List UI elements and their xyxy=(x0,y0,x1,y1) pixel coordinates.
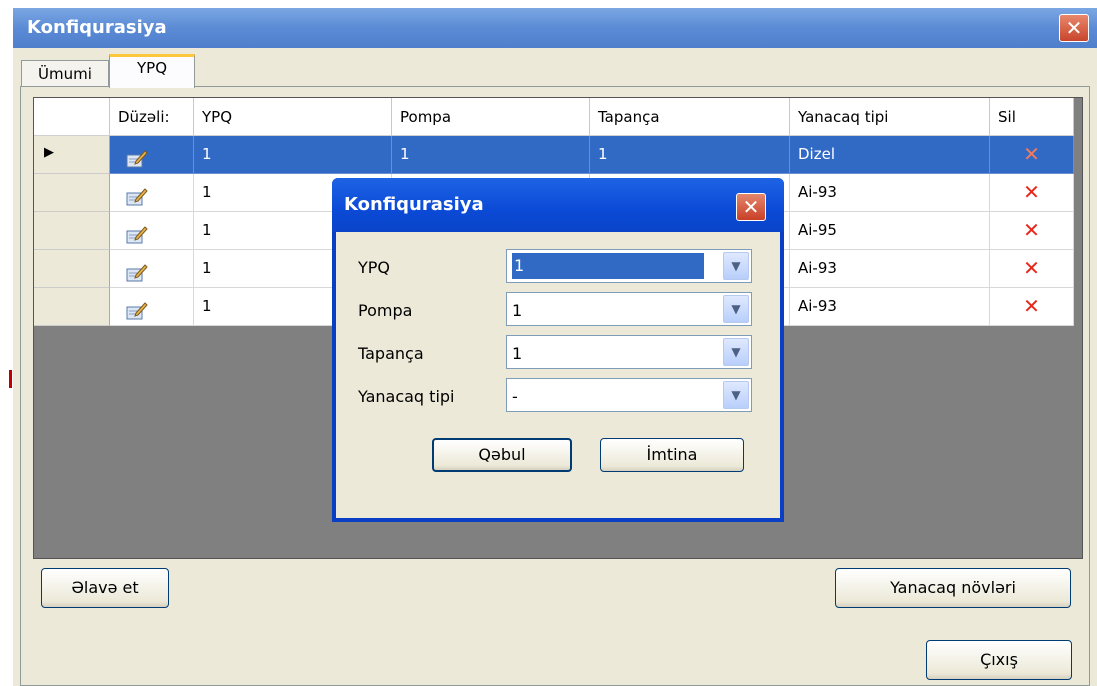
fuel-types-button[interactable]: Yanacaq növləri xyxy=(835,568,1071,608)
column-header-yanacaq[interactable]: Yanacaq tipi xyxy=(790,98,990,136)
chevron-down-icon[interactable]: ▼ xyxy=(723,381,749,409)
column-header-ypq[interactable]: YPQ xyxy=(194,98,392,136)
row-header[interactable] xyxy=(34,212,110,250)
close-button[interactable]: ✕ xyxy=(1059,14,1089,42)
config-dialog: Konfiqurasiya ✕ YPQ 1 ▼ Pompa 1 ▼ Tapanç… xyxy=(332,178,784,522)
edit-cell[interactable] xyxy=(110,136,194,174)
corner-header xyxy=(34,98,110,136)
dialog-body: YPQ 1 ▼ Pompa 1 ▼ Tapança 1 ▼ Yanacaq ti… xyxy=(336,232,780,518)
cell-yanacaq[interactable]: Ai-93 xyxy=(790,174,990,212)
chevron-down-icon[interactable]: ▼ xyxy=(723,338,749,366)
row-header[interactable]: ▶ xyxy=(34,136,110,174)
cell-yanacaq[interactable]: Dizel xyxy=(790,136,990,174)
delete-icon[interactable]: ✕ xyxy=(990,174,1074,212)
delete-icon[interactable]: ✕ xyxy=(990,250,1074,288)
ypq-select-value: 1 xyxy=(512,253,704,279)
column-header-sil[interactable]: Sil xyxy=(990,98,1074,136)
tab-ypq[interactable]: YPQ xyxy=(109,54,195,88)
pompa-select-value: 1 xyxy=(512,301,523,320)
edit-icon[interactable] xyxy=(126,183,148,206)
delete-icon[interactable]: ✕ xyxy=(990,136,1074,174)
window-title: Konfiqurasiya xyxy=(27,17,167,38)
delete-icon[interactable]: ✕ xyxy=(990,288,1074,326)
edit-cell[interactable] xyxy=(110,212,194,250)
dialog-title-bar[interactable]: Konfiqurasiya ✕ xyxy=(332,178,784,232)
tab-umumi[interactable]: Ümumi xyxy=(21,60,109,86)
title-bar[interactable]: Konfiqurasiya ✕ xyxy=(13,8,1097,48)
chevron-down-icon[interactable]: ▼ xyxy=(723,252,749,280)
delete-icon[interactable]: ✕ xyxy=(990,212,1074,250)
current-row-icon: ▶ xyxy=(44,145,54,160)
row-header[interactable] xyxy=(34,250,110,288)
edit-icon[interactable] xyxy=(126,259,148,282)
row-header[interactable] xyxy=(34,288,110,326)
add-button[interactable]: Əlavə et xyxy=(41,568,169,608)
tapanca-select-value: 1 xyxy=(512,344,523,363)
column-header-tapanca[interactable]: Tapança xyxy=(590,98,790,136)
edit-cell[interactable] xyxy=(110,288,194,326)
cell-ypq[interactable]: 1 xyxy=(194,136,392,174)
yanacaq-tipi-select[interactable]: - ▼ xyxy=(506,378,752,412)
edit-icon[interactable] xyxy=(126,221,148,244)
accept-button[interactable]: Qəbul xyxy=(432,438,572,472)
chevron-down-icon[interactable]: ▼ xyxy=(723,295,749,323)
pompa-label: Pompa xyxy=(358,301,413,320)
ypq-select[interactable]: 1 ▼ xyxy=(506,249,752,283)
tapanca-label: Tapança xyxy=(358,344,424,363)
edge-mark xyxy=(9,370,12,388)
cell-yanacaq[interactable]: Ai-93 xyxy=(790,288,990,326)
edit-icon[interactable] xyxy=(126,297,148,320)
yanacaq-tipi-label: Yanacaq tipi xyxy=(358,387,455,406)
pompa-select[interactable]: 1 ▼ xyxy=(506,292,752,326)
cancel-button[interactable]: İmtina xyxy=(600,438,744,472)
cell-pompa[interactable]: 1 xyxy=(392,136,590,174)
edit-cell[interactable] xyxy=(110,174,194,212)
cell-yanacaq[interactable]: Ai-93 xyxy=(790,250,990,288)
cell-tapanca[interactable]: 1 xyxy=(590,136,790,174)
edit-cell[interactable] xyxy=(110,250,194,288)
ypq-label: YPQ xyxy=(358,258,391,277)
cell-yanacaq[interactable]: Ai-95 xyxy=(790,212,990,250)
tapanca-select[interactable]: 1 ▼ xyxy=(506,335,752,369)
column-header-edit[interactable]: Düzəli: xyxy=(110,98,194,136)
exit-button[interactable]: Çıxış xyxy=(926,640,1072,680)
yanacaq-tipi-select-value: - xyxy=(512,387,518,406)
row-header[interactable] xyxy=(34,174,110,212)
dialog-title: Konfiqurasiya xyxy=(344,194,484,215)
edit-icon[interactable] xyxy=(126,145,148,168)
column-header-pompa[interactable]: Pompa xyxy=(392,98,590,136)
dialog-close-button[interactable]: ✕ xyxy=(736,193,766,221)
